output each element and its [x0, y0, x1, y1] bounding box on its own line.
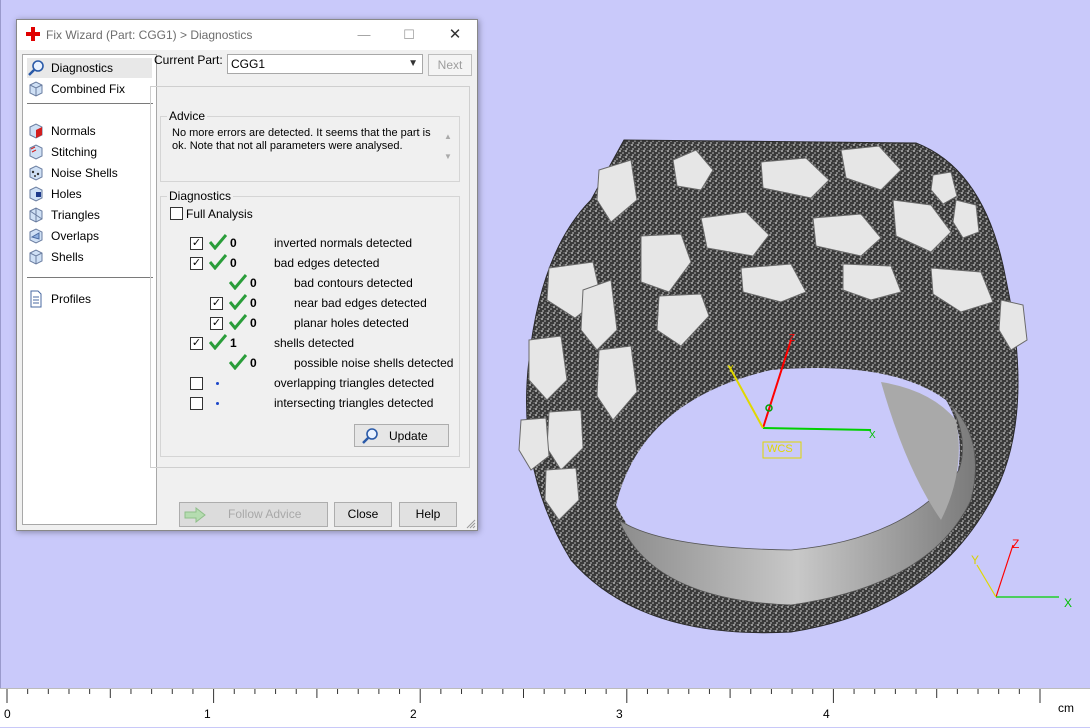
stitching-icon	[29, 144, 43, 160]
near-bad-edges-checkbox[interactable]: ✓	[210, 297, 223, 310]
arrow-right-icon	[184, 506, 206, 523]
ruler-number-4: 4	[823, 707, 830, 721]
ruler-number-3: 3	[616, 707, 623, 721]
magnifier-icon	[28, 60, 44, 76]
maximize-button[interactable]: ☐	[394, 24, 424, 46]
noise-shells-icon	[29, 165, 43, 181]
shells-label: shells detected	[274, 336, 355, 350]
bad-edges-label: bad edges detected	[274, 256, 380, 270]
shells-count: 1	[230, 336, 237, 350]
inverted-normals-checkbox[interactable]: ✓	[190, 237, 203, 250]
dialog-titlebar[interactable]: Fix Wizard (Part: CGG1) > Diagnostics — …	[17, 20, 477, 50]
full-analysis-checkbox[interactable]	[170, 207, 183, 220]
ok-check-icon	[209, 254, 227, 270]
corner-axis-x-label: X	[1064, 596, 1073, 610]
bad-edges-checkbox[interactable]: ✓	[190, 257, 203, 270]
nav-item-noise-shells[interactable]: Noise Shells	[27, 163, 152, 183]
ok-check-icon	[229, 354, 247, 370]
ruler-number-0: 0	[4, 707, 11, 721]
ok-check-icon	[209, 234, 227, 250]
advice-group: Advice No more errors are detected. It s…	[160, 109, 460, 182]
nav-separator	[27, 103, 153, 104]
shells-icon	[29, 249, 43, 265]
help-button[interactable]: Help	[399, 502, 457, 527]
nav-item-profiles[interactable]: Profiles	[27, 289, 152, 309]
magnifier-icon	[362, 427, 378, 444]
ruler: 0 1 2 3 4 cm	[0, 688, 1090, 727]
shells-checkbox[interactable]: ✓	[190, 337, 203, 350]
planar-holes-count: 0	[250, 316, 257, 330]
nav-item-stitching[interactable]: Stitching	[27, 142, 152, 162]
planar-holes-checkbox[interactable]: ✓	[210, 317, 223, 330]
close-window-button[interactable]: ✕	[440, 24, 470, 46]
corner-axis-y-label: Y	[971, 553, 980, 567]
nav-item-normals[interactable]: Normals	[27, 121, 152, 141]
holes-icon	[29, 186, 43, 202]
update-button[interactable]: Update	[354, 424, 449, 447]
overlaps-icon	[29, 228, 43, 244]
planar-holes-label: planar holes detected	[294, 316, 409, 330]
inverted-normals-label: inverted normals detected	[274, 236, 413, 250]
ruler-unit: cm	[1058, 701, 1074, 715]
intersecting-triangles-checkbox[interactable]	[190, 397, 203, 410]
red-cross-icon	[26, 27, 40, 41]
triangles-icon	[29, 207, 43, 223]
ok-check-icon	[229, 314, 247, 330]
full-analysis-label: Full Analysis	[186, 207, 253, 221]
current-part-select[interactable]: CGG1 ▼	[227, 54, 423, 74]
current-part-value: CGG1	[231, 57, 266, 71]
wcs-label: WCS	[767, 443, 793, 455]
nav-item-holes[interactable]: Holes	[27, 184, 152, 204]
nav-item-overlaps[interactable]: Overlaps	[27, 226, 152, 246]
cube-icon	[29, 81, 43, 97]
current-part-label: Current Part:	[154, 53, 223, 67]
noise-shells-count: 0	[250, 356, 257, 370]
pending-dot-icon	[216, 402, 219, 405]
nav-item-triangles[interactable]: Triangles	[27, 205, 152, 225]
pending-dot-icon	[216, 382, 219, 385]
ok-check-icon	[229, 294, 247, 310]
ok-check-icon	[229, 274, 247, 290]
ruler-number-1: 1	[204, 707, 211, 721]
dialog-title: Fix Wizard (Part: CGG1) > Diagnostics	[46, 28, 253, 42]
chevron-down-icon: ▼	[408, 58, 418, 69]
bad-contours-count: 0	[250, 276, 257, 290]
advice-text: No more errors are detected. It seems th…	[172, 127, 431, 152]
diagnostics-title: Diagnostics	[167, 189, 234, 203]
wizard-nav: Diagnostics Combined Fix Normals Stitchi…	[22, 54, 157, 525]
axis-z-label: Z	[789, 333, 796, 344]
ruler-ticks	[6, 689, 1041, 703]
fix-wizard-dialog: Fix Wizard (Part: CGG1) > Diagnostics — …	[16, 19, 478, 531]
near-bad-edges-count: 0	[250, 296, 257, 310]
bad-edges-count: 0	[230, 256, 237, 270]
ruler-number-2: 2	[410, 707, 417, 721]
nav-item-combined-fix[interactable]: Combined Fix	[27, 79, 152, 99]
nav-item-shells[interactable]: Shells	[27, 247, 152, 267]
bad-contours-label: bad contours detected	[294, 276, 413, 290]
axis-x-label: X	[869, 430, 876, 441]
corner-axis-z-label: Z	[1012, 537, 1020, 551]
minimize-button[interactable]: —	[349, 24, 379, 46]
document-icon	[30, 290, 42, 308]
noise-shells-label: possible noise shells detected	[294, 356, 454, 370]
inverted-normals-count: 0	[230, 236, 237, 250]
normals-cube-icon	[29, 123, 43, 139]
overlapping-triangles-checkbox[interactable]	[190, 377, 203, 390]
near-bad-edges-label: near bad edges detected	[294, 296, 427, 310]
resize-grip-icon[interactable]	[466, 519, 476, 529]
close-button[interactable]: Close	[334, 502, 392, 527]
follow-advice-button[interactable]: Follow Advice	[179, 502, 328, 527]
ok-check-icon	[209, 334, 227, 350]
corner-axes	[976, 544, 1059, 598]
nav-separator	[27, 277, 153, 278]
advice-title: Advice	[167, 109, 208, 123]
nav-item-diagnostics[interactable]: Diagnostics	[27, 58, 152, 78]
axis-y-label: Y	[727, 364, 734, 375]
next-button[interactable]: Next	[428, 54, 472, 76]
advice-scrollbar[interactable]: ▲ ▼	[442, 127, 454, 167]
intersecting-triangles-label: intersecting triangles detected	[274, 396, 434, 410]
overlapping-triangles-label: overlapping triangles detected	[274, 376, 435, 390]
